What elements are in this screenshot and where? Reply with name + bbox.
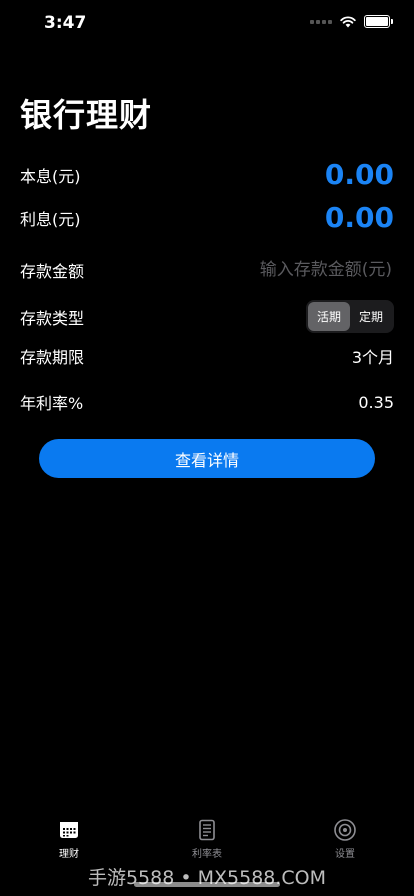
status-bar: 3:47	[0, 0, 414, 48]
principal-interest-value: 0.00	[324, 158, 394, 191]
interest-row: 利息(元) 0.00	[20, 201, 394, 234]
annual-rate-label: 年利率%	[20, 394, 84, 413]
status-icons	[310, 15, 393, 28]
interest-label: 利息(元)	[20, 209, 81, 229]
document-icon	[199, 819, 215, 841]
tab-rate-table-label: 利率表	[192, 849, 222, 860]
interest-value: 0.00	[324, 201, 394, 234]
deposit-amount-row: 存款金额	[20, 258, 394, 282]
view-details-button[interactable]: 查看详情	[39, 439, 375, 478]
deposit-type-label: 存款类型	[20, 308, 85, 328]
principal-interest-row: 本息(元) 0.00	[20, 158, 394, 191]
cellular-signal-icon	[310, 19, 332, 24]
deposit-amount-input[interactable]	[190, 259, 394, 281]
tab-settings-label: 设置	[335, 849, 355, 860]
deposit-term-value[interactable]: 3个月	[352, 344, 394, 368]
calendar-icon	[60, 822, 78, 838]
deposit-term-row[interactable]: 存款期限 3个月	[20, 344, 394, 368]
annual-rate-row[interactable]: 年利率% 0.35	[20, 390, 394, 414]
gear-icon	[334, 819, 356, 841]
segment-fixed[interactable]: 定期	[350, 302, 392, 331]
deposit-type-row: 存款类型 活期 定期	[20, 300, 394, 333]
deposit-term-label: 存款期限	[20, 348, 85, 367]
segment-demand[interactable]: 活期	[307, 302, 350, 331]
deposit-amount-label: 存款金额	[20, 262, 85, 281]
battery-icon	[364, 15, 393, 28]
principal-interest-label: 本息(元)	[20, 166, 81, 186]
page-title: 银行理财	[20, 96, 153, 134]
status-time: 3:47	[44, 13, 87, 33]
tab-finance-label: 理财	[59, 849, 79, 860]
annual-rate-value[interactable]: 0.35	[358, 393, 394, 412]
wifi-icon	[340, 15, 356, 27]
home-indicator	[134, 882, 280, 887]
deposit-type-segmented-control[interactable]: 活期 定期	[305, 300, 394, 333]
